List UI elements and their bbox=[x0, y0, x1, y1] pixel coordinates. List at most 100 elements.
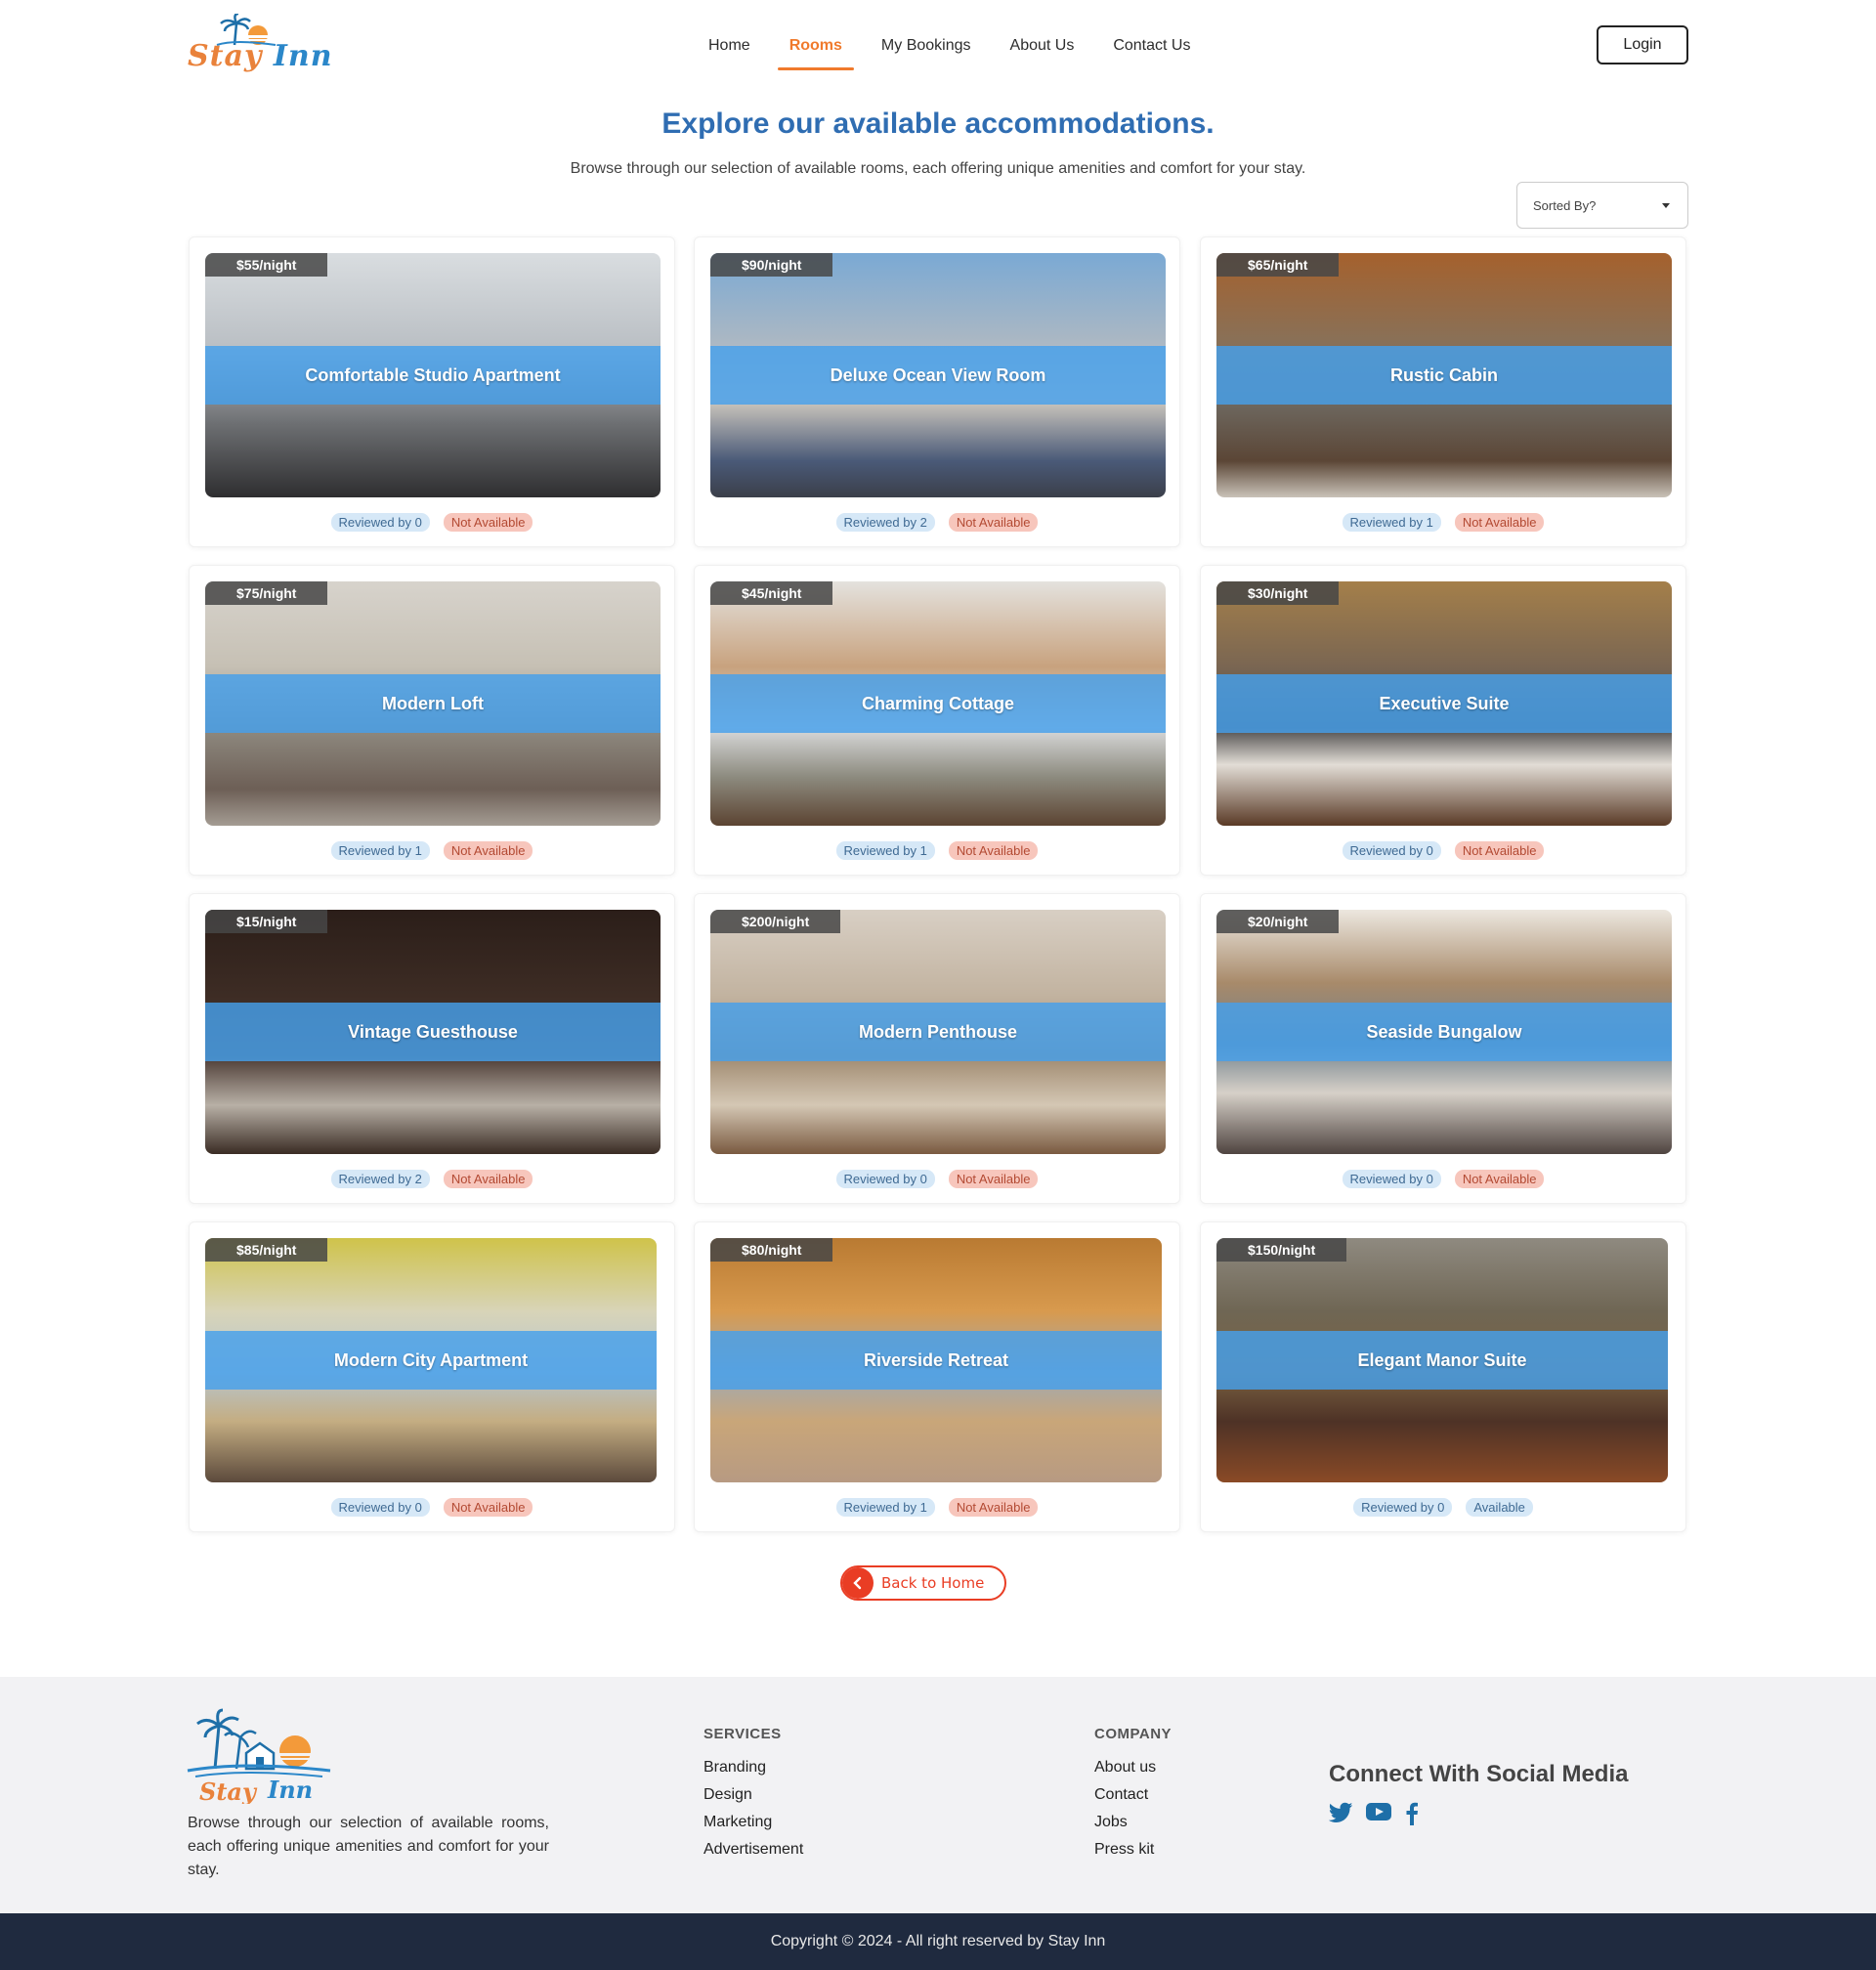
room-photo[interactable]: $200/night Modern Penthouse bbox=[710, 910, 1166, 1154]
review-count-badge: Reviewed by 1 bbox=[835, 841, 935, 860]
footer-link-contact[interactable]: Contact bbox=[1094, 1781, 1172, 1809]
room-card[interactable]: $150/night Elegant Manor Suite Reviewed … bbox=[1200, 1221, 1686, 1532]
availability-badge: Not Available bbox=[1454, 841, 1545, 860]
availability-badge: Not Available bbox=[1454, 513, 1545, 532]
room-name: Executive Suite bbox=[1216, 674, 1672, 733]
availability-badge: Not Available bbox=[443, 513, 533, 532]
room-name: Rustic Cabin bbox=[1216, 346, 1672, 405]
page-subtitle: Browse through our selection of availabl… bbox=[570, 160, 1306, 177]
availability-badge: Not Available bbox=[948, 1498, 1039, 1517]
review-count-badge: Reviewed by 0 bbox=[330, 513, 430, 532]
room-price: $45/night bbox=[710, 581, 833, 605]
footer-services: SERVICES Branding Design Marketing Adver… bbox=[704, 1726, 803, 1863]
sort-dropdown-label: Sorted By? bbox=[1533, 197, 1597, 213]
sort-dropdown[interactable]: Sorted By? bbox=[1516, 182, 1688, 229]
room-photo[interactable]: $20/night Seaside Bungalow bbox=[1216, 910, 1672, 1154]
room-card[interactable]: $90/night Deluxe Ocean View Room Reviewe… bbox=[694, 236, 1180, 547]
availability-badge: Not Available bbox=[948, 1170, 1039, 1188]
room-price: $150/night bbox=[1216, 1238, 1347, 1262]
room-price: $200/night bbox=[710, 910, 841, 933]
nav-my-bookings[interactable]: My Bookings bbox=[862, 29, 991, 68]
footer-link-design[interactable]: Design bbox=[704, 1781, 803, 1809]
back-to-home-button[interactable]: Back to Home bbox=[840, 1565, 1006, 1601]
review-count-badge: Reviewed by 0 bbox=[330, 1498, 430, 1517]
room-price: $75/night bbox=[205, 581, 328, 605]
stay-inn-logo[interactable]: Stay Inn bbox=[186, 14, 332, 78]
review-count-badge: Reviewed by 0 bbox=[1342, 841, 1441, 860]
room-name: Riverside Retreat bbox=[710, 1331, 1162, 1390]
review-count-badge: Reviewed by 1 bbox=[330, 841, 430, 860]
review-count-badge: Reviewed by 1 bbox=[1342, 513, 1441, 532]
nav-home[interactable]: Home bbox=[689, 29, 770, 68]
footer-link-jobs[interactable]: Jobs bbox=[1094, 1809, 1172, 1836]
login-button[interactable]: Login bbox=[1597, 25, 1688, 64]
room-name: Charming Cottage bbox=[710, 674, 1166, 733]
room-name: Modern Penthouse bbox=[710, 1003, 1166, 1061]
room-card[interactable]: $65/night Rustic Cabin Reviewed by 1 Not… bbox=[1200, 236, 1686, 547]
room-price: $55/night bbox=[205, 253, 328, 277]
footer-company-heading: COMPANY bbox=[1094, 1726, 1172, 1742]
nav-rooms[interactable]: Rooms bbox=[770, 29, 862, 70]
social-heading: Connect With Social Media bbox=[1329, 1761, 1629, 1787]
review-count-badge: Reviewed by 0 bbox=[1353, 1498, 1453, 1517]
room-name: Vintage Guesthouse bbox=[205, 1003, 661, 1061]
footer-link-advertisement[interactable]: Advertisement bbox=[704, 1836, 803, 1863]
room-photo[interactable]: $85/night Modern City Apartment bbox=[205, 1238, 657, 1482]
availability-badge: Available bbox=[1466, 1498, 1533, 1517]
room-card[interactable]: $15/night Vintage Guesthouse Reviewed by… bbox=[189, 893, 675, 1204]
availability-badge: Not Available bbox=[1454, 1170, 1545, 1188]
room-price: $80/night bbox=[710, 1238, 833, 1262]
footer-logo[interactable]: Stay Inn bbox=[186, 1706, 332, 1806]
room-photo[interactable]: $150/night Elegant Manor Suite bbox=[1216, 1238, 1668, 1482]
nav-contact-us[interactable]: Contact Us bbox=[1093, 29, 1210, 68]
logo-text: Stay Inn bbox=[188, 39, 333, 73]
room-card[interactable]: $200/night Modern Penthouse Reviewed by … bbox=[694, 893, 1180, 1204]
footer-company: COMPANY About us Contact Jobs Press kit bbox=[1094, 1726, 1172, 1863]
caret-down-icon bbox=[1662, 203, 1670, 208]
footer-link-press-kit[interactable]: Press kit bbox=[1094, 1836, 1172, 1863]
footer-link-about-us[interactable]: About us bbox=[1094, 1754, 1172, 1781]
facebook-icon[interactable] bbox=[1405, 1802, 1419, 1830]
room-photo[interactable]: $65/night Rustic Cabin bbox=[1216, 253, 1672, 497]
room-price: $15/night bbox=[205, 910, 328, 933]
footer-logo-text-part1: Stay bbox=[199, 1777, 258, 1804]
room-card[interactable]: $85/night Modern City Apartment Reviewed… bbox=[189, 1221, 675, 1532]
room-photo[interactable]: $80/night Riverside Retreat bbox=[710, 1238, 1162, 1482]
room-name: Seaside Bungalow bbox=[1216, 1003, 1672, 1061]
room-price: $30/night bbox=[1216, 581, 1340, 605]
room-photo[interactable]: $55/night Comfortable Studio Apartment bbox=[205, 253, 661, 497]
availability-badge: Not Available bbox=[443, 841, 533, 860]
footer-social: Connect With Social Media bbox=[1328, 1761, 1629, 1830]
room-photo[interactable]: $75/night Modern Loft bbox=[205, 581, 661, 826]
room-photo[interactable]: $90/night Deluxe Ocean View Room bbox=[710, 253, 1166, 497]
palm-house-logo-icon: Stay Inn bbox=[187, 1708, 331, 1806]
room-price: $90/night bbox=[710, 253, 833, 277]
copyright-bar: Copyright © 2024 - All right reserved by… bbox=[0, 1913, 1876, 1970]
nav-about-us[interactable]: About Us bbox=[991, 29, 1094, 68]
room-card[interactable]: $45/night Charming Cottage Reviewed by 1… bbox=[694, 565, 1180, 876]
availability-badge: Not Available bbox=[443, 1170, 533, 1188]
footer-services-heading: SERVICES bbox=[704, 1726, 782, 1742]
room-card[interactable]: $80/night Riverside Retreat Reviewed by … bbox=[694, 1221, 1180, 1532]
youtube-icon[interactable] bbox=[1366, 1802, 1391, 1830]
room-photo[interactable]: $15/night Vintage Guesthouse bbox=[205, 910, 661, 1154]
page-title: Explore our available accommodations. bbox=[661, 107, 1215, 140]
room-photo[interactable]: $45/night Charming Cottage bbox=[710, 581, 1166, 826]
room-card[interactable]: $55/night Comfortable Studio Apartment R… bbox=[189, 236, 675, 547]
room-card[interactable]: $75/night Modern Loft Reviewed by 1 Not … bbox=[189, 565, 675, 876]
room-photo[interactable]: $30/night Executive Suite bbox=[1216, 581, 1672, 826]
room-name: Comfortable Studio Apartment bbox=[205, 346, 661, 405]
availability-badge: Not Available bbox=[948, 841, 1039, 860]
room-card[interactable]: $20/night Seaside Bungalow Reviewed by 0… bbox=[1200, 893, 1686, 1204]
footer-link-marketing[interactable]: Marketing bbox=[704, 1809, 803, 1836]
twitter-icon[interactable] bbox=[1328, 1802, 1353, 1830]
site-footer: Stay Inn Browse through our selection of… bbox=[0, 1677, 1876, 1913]
room-price: $85/night bbox=[205, 1238, 328, 1262]
footer-description: Browse through our selection of availabl… bbox=[188, 1815, 549, 1878]
room-card[interactable]: $30/night Executive Suite Reviewed by 0 … bbox=[1200, 565, 1686, 876]
footer-logo-text-part2: Inn bbox=[267, 1776, 313, 1804]
footer-link-branding[interactable]: Branding bbox=[704, 1754, 803, 1781]
room-name: Elegant Manor Suite bbox=[1216, 1331, 1668, 1390]
review-count-badge: Reviewed by 1 bbox=[835, 1498, 935, 1517]
review-count-badge: Reviewed by 0 bbox=[1342, 1170, 1441, 1188]
